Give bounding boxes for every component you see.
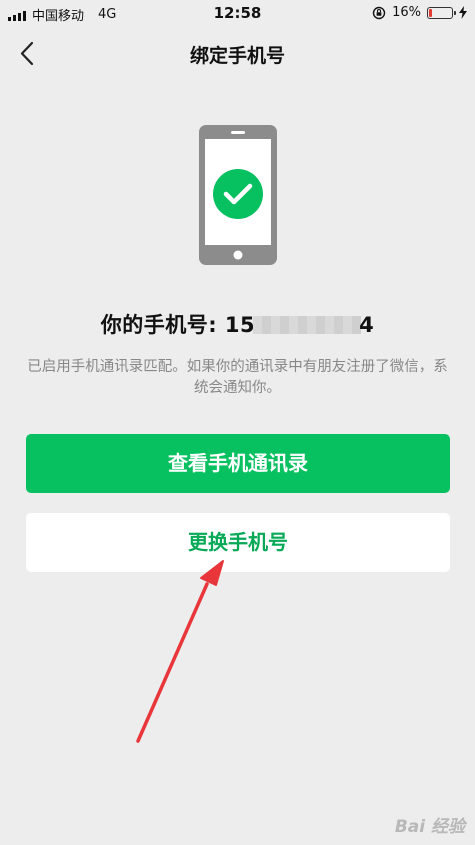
battery-percent: 16% <box>392 5 421 20</box>
navigation-bar: 绑定手机号 <box>0 28 475 78</box>
phone-number-label: 你的手机号: <box>100 313 225 337</box>
status-bar: 中国移动 4G 12:58 16% <box>0 0 475 28</box>
change-phone-number-button[interactable]: 更换手机号 <box>26 513 450 572</box>
battery-level <box>429 8 432 17</box>
charging-bolt-icon <box>459 6 467 19</box>
contacts-match-description: 已启用手机通讯录匹配。如果你的通讯录中有朋友注册了微信，系统会通知你。 <box>27 359 448 396</box>
page-title: 绑定手机号 <box>189 45 285 67</box>
phone-number-line: 你的手机号: 15 4 <box>0 309 475 339</box>
phone-check-icon <box>199 125 277 265</box>
phone-number-prefix: 15 <box>224 313 256 337</box>
phone-number-mask <box>253 316 362 334</box>
watermark-logo: Bai 经验 <box>394 817 465 837</box>
orientation-lock-icon <box>372 6 386 19</box>
battery-icon <box>427 6 456 19</box>
phone-number-suffix: 4 <box>359 313 375 337</box>
view-contacts-button[interactable]: 查看手机通讯录 <box>26 434 450 493</box>
status-right: 16% <box>372 5 467 20</box>
